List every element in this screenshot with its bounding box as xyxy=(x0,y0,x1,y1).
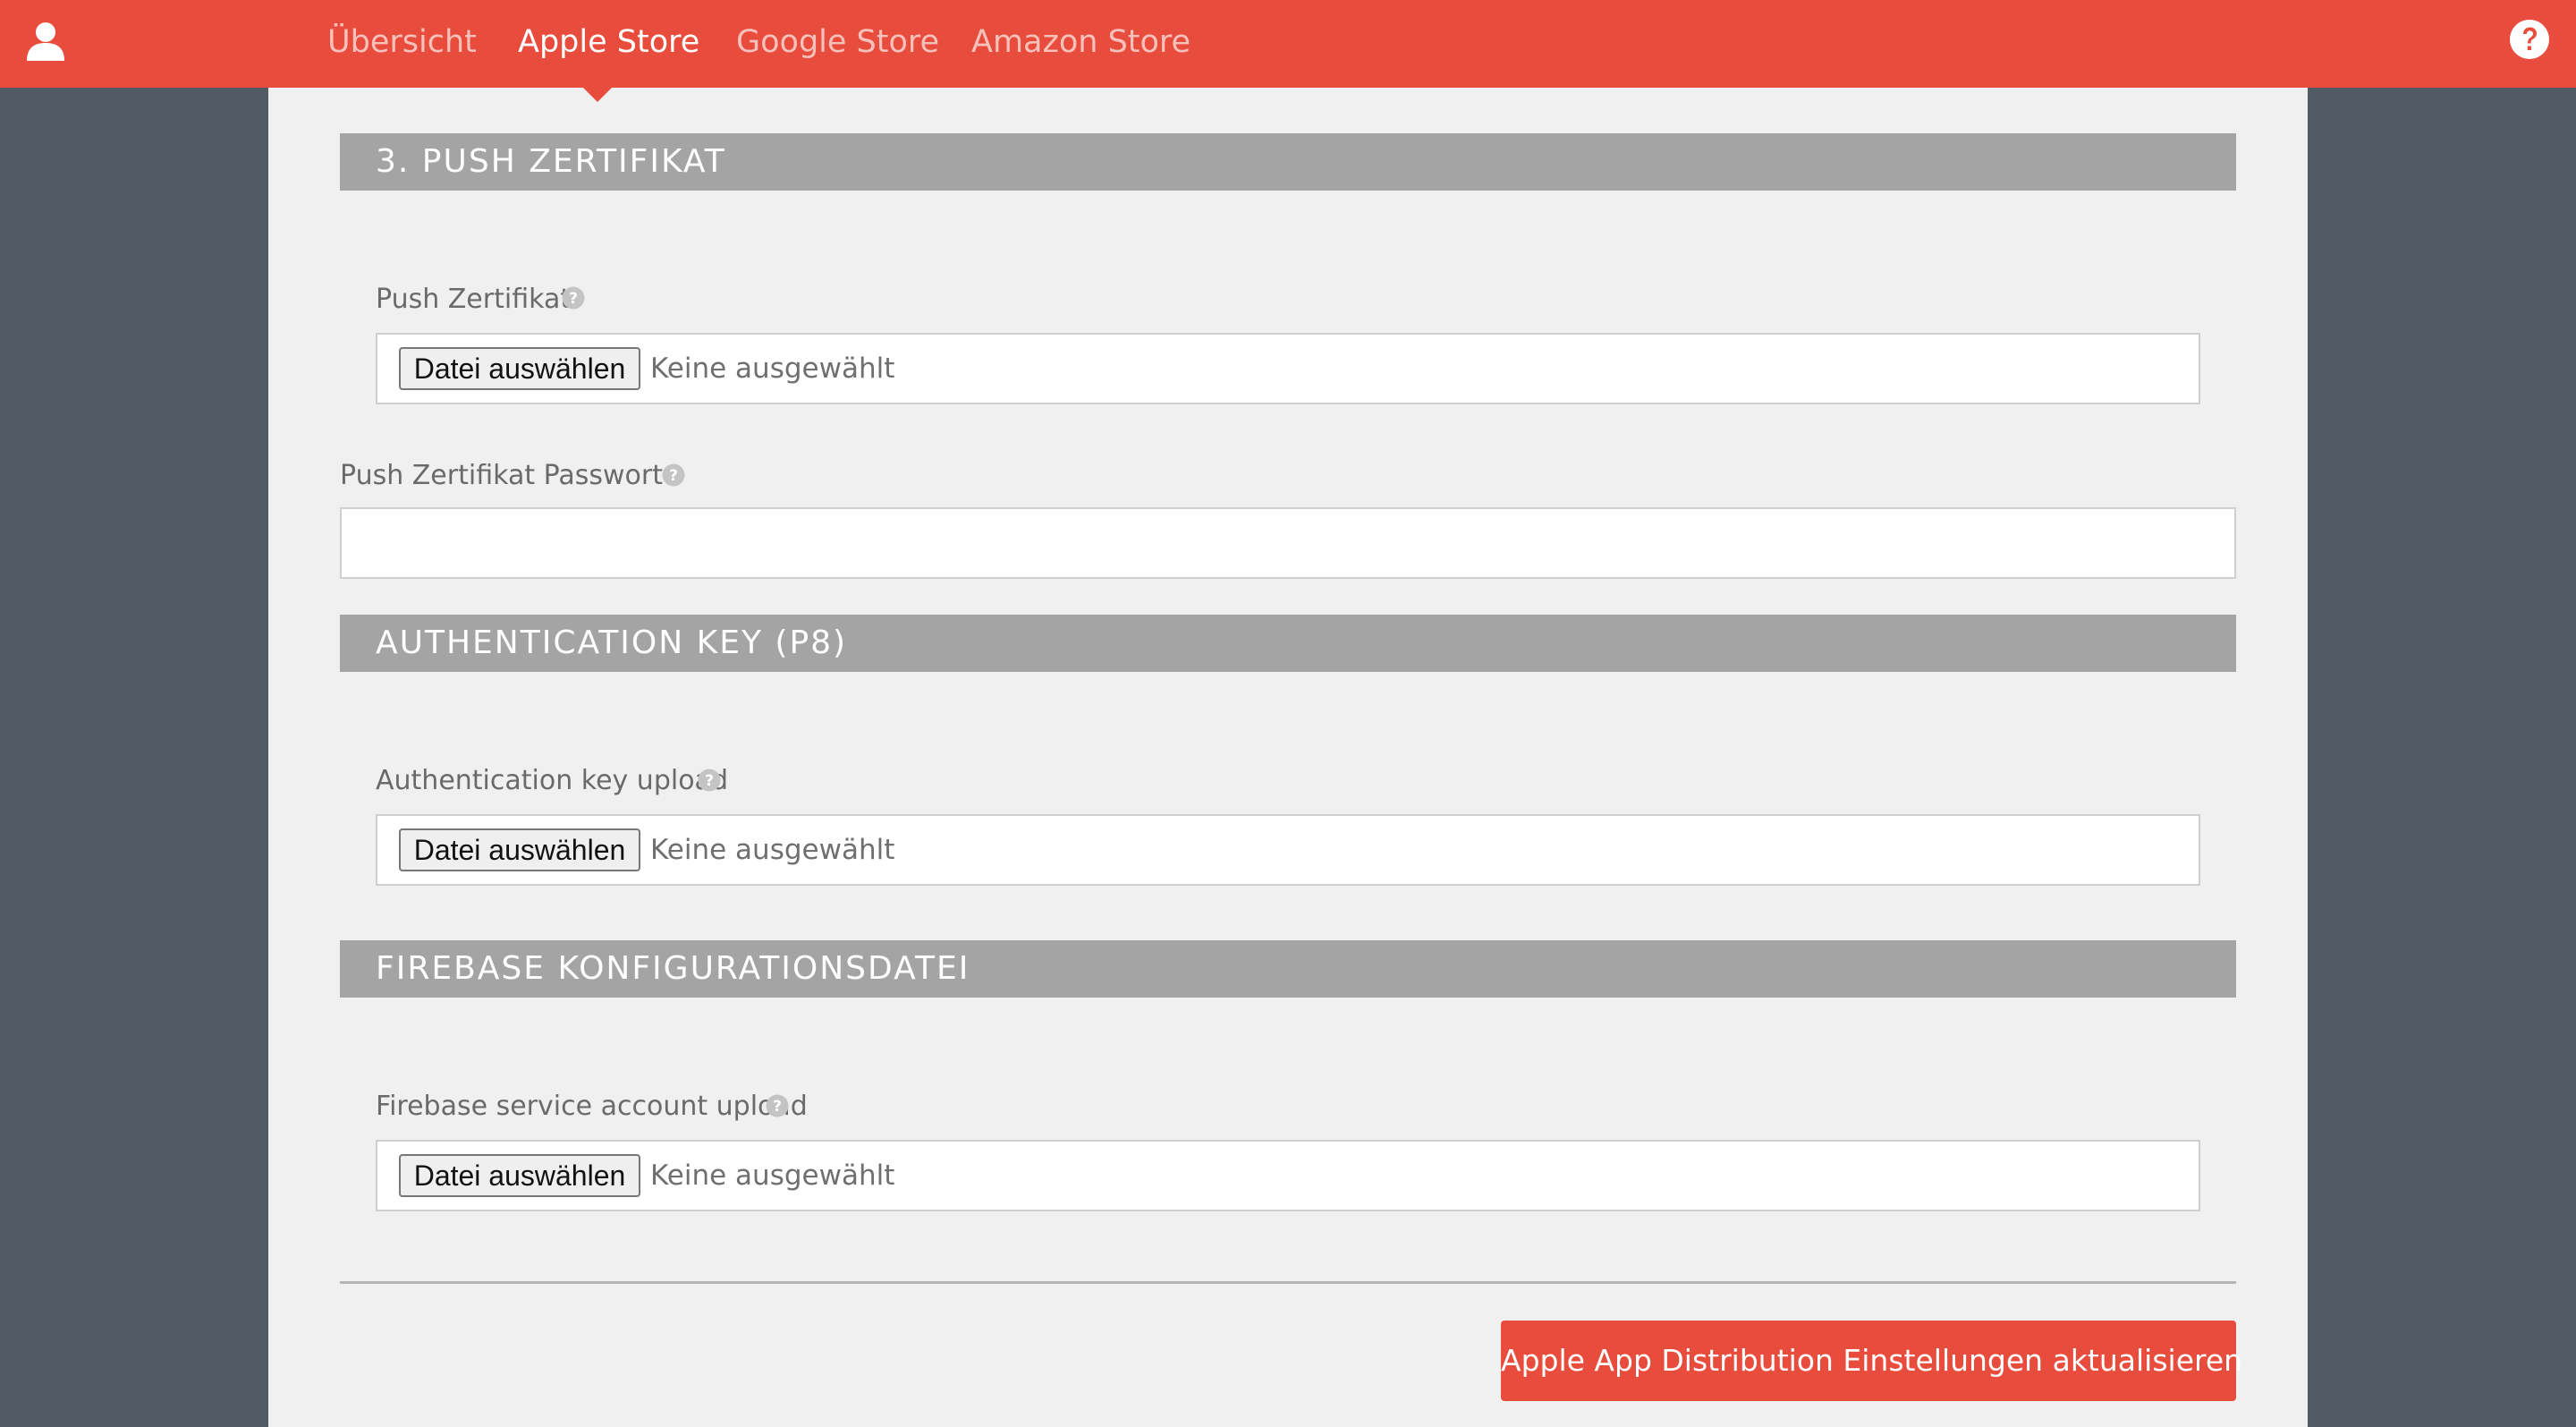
svg-text:?: ? xyxy=(669,467,678,485)
question-icon[interactable]: ? xyxy=(562,286,585,310)
authentication-key-upload-label: Authentication key upload xyxy=(376,765,728,796)
divider xyxy=(340,1281,2236,1284)
choose-file-button[interactable]: Datei auswählen xyxy=(399,828,640,871)
svg-text:?: ? xyxy=(705,772,714,790)
nav-item-amazon-store[interactable]: Amazon Store xyxy=(971,20,1191,64)
section-header-push-certificate: 3. PUSH ZERTIFIKAT xyxy=(340,133,2236,191)
question-icon[interactable]: ? xyxy=(766,1094,789,1117)
push-certificate-label: Push Zertifikat xyxy=(376,284,572,315)
push-certificate-password-label: Push Zertifikat Passwort xyxy=(340,460,663,491)
svg-text:?: ? xyxy=(773,1098,782,1116)
choose-file-button[interactable]: Datei auswählen xyxy=(399,347,640,390)
svg-text:?: ? xyxy=(569,290,578,308)
nav-item-uebersicht[interactable]: Übersicht xyxy=(327,20,477,64)
section-title: 3. PUSH ZERTIFIKAT xyxy=(376,143,726,180)
file-status: Keine ausgewählt xyxy=(650,1159,895,1192)
update-settings-button[interactable]: Apple App Distribution Einstellungen akt… xyxy=(1501,1321,2242,1401)
section-title: FIREBASE KONFIGURATIONSDATEI xyxy=(376,950,970,987)
push-certificate-file-input[interactable]: Datei auswählen Keine ausgewählt xyxy=(376,333,2200,404)
nav-item-google-store[interactable]: Google Store xyxy=(736,20,939,64)
choose-file-button[interactable]: Datei auswählen xyxy=(399,1154,640,1197)
file-status: Keine ausgewählt xyxy=(650,834,895,866)
user-icon[interactable] xyxy=(25,20,66,63)
question-icon[interactable]: ? xyxy=(662,463,685,487)
question-icon[interactable]: ? xyxy=(698,769,721,792)
firebase-file-input[interactable]: Datei auswählen Keine ausgewählt xyxy=(376,1140,2200,1211)
section-title: AUTHENTICATION KEY (P8) xyxy=(376,624,848,661)
section-header-firebase-config: FIREBASE KONFIGURATIONSDATEI xyxy=(340,940,2236,998)
top-navigation-bar: Übersicht Apple Store Google Store Amazo… xyxy=(0,0,2576,88)
help-icon[interactable] xyxy=(2509,19,2550,60)
push-certificate-password-input[interactable] xyxy=(340,507,2236,579)
firebase-upload-label: Firebase service account upload xyxy=(376,1091,808,1122)
nav-item-apple-store[interactable]: Apple Store xyxy=(518,20,699,64)
file-status: Keine ausgewählt xyxy=(650,353,895,385)
active-tab-indicator xyxy=(581,86,614,102)
section-header-authentication-key: AUTHENTICATION KEY (P8) xyxy=(340,615,2236,672)
authentication-key-file-input[interactable]: Datei auswählen Keine ausgewählt xyxy=(376,814,2200,886)
settings-panel: 3. PUSH ZERTIFIKAT Push Zertifikat ? Dat… xyxy=(268,88,2308,1427)
